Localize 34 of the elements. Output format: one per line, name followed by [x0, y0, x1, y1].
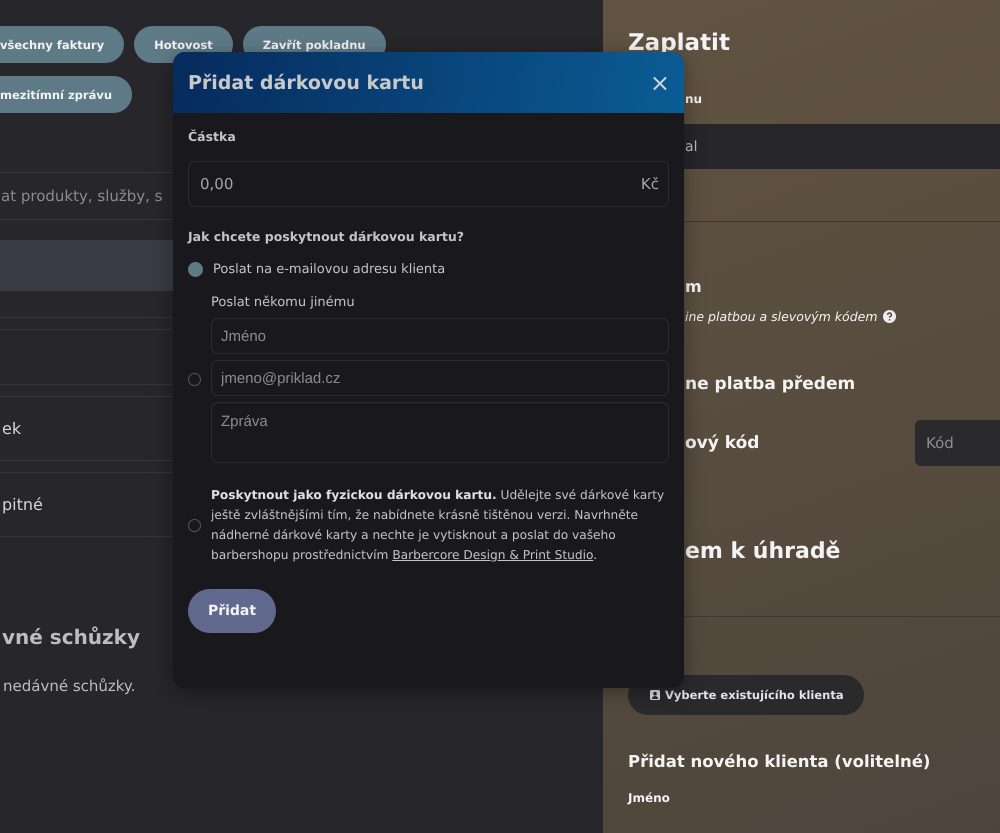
empty-message: nedávné schůzky.: [3, 677, 136, 695]
input-field[interactable]: jmeno@priklad.cz: [211, 360, 669, 396]
search-field[interactable]: at produkty, služby, s: [1, 187, 169, 205]
field-label: ový kód: [685, 433, 760, 453]
help-icon[interactable]: [882, 310, 896, 323]
contact-icon: [650, 690, 660, 700]
dialog-title: Přidat dárkovou kartu: [188, 72, 424, 94]
option-label: Poslat někomu jinému: [211, 295, 356, 310]
section-heading: Přidat nového klienta (volitelné): [627, 752, 932, 771]
hint-text: ine platbou a slevovým kódem: [685, 309, 878, 324]
action-button[interactable]: mezitímní zprávu: [0, 76, 132, 113]
close-button[interactable]: ×: [650, 68, 670, 96]
add-button[interactable]: Přidat: [188, 589, 276, 633]
question-label: Jak chcete poskytnout dárkovou kartu?: [188, 229, 466, 244]
radio-button[interactable]: [188, 518, 201, 532]
section-heading: m: [685, 277, 702, 296]
input-field[interactable]: Jméno: [211, 318, 669, 354]
option-label: Poslat na e-mailovou adresu klienta: [213, 262, 446, 277]
message-field[interactable]: Zpráva: [211, 402, 669, 463]
field-label: Částka: [188, 129, 237, 144]
field-label: Jméno: [626, 791, 671, 805]
code-field[interactable]: Kód: [915, 420, 1000, 466]
radio-button[interactable]: [188, 262, 203, 277]
total-heading: em k úhradě: [685, 539, 840, 564]
section-heading: vné schůzky: [2, 625, 142, 649]
action-button[interactable]: všechny faktury: [0, 26, 124, 63]
studio-link[interactable]: Barbercore Design & Print Studio: [392, 548, 594, 562]
section-heading: ne platba předem: [685, 374, 856, 394]
select-client-button[interactable]: Vyberte existujícího klienta: [628, 675, 864, 715]
radio-button[interactable]: [188, 372, 201, 386]
currency-label: Kč: [640, 175, 659, 193]
option-description: Poskytnout jako fyzickou dárkovou kartu. Udělejte své dárkové karty ještě zvláštnějšími tím, že nabídnete krásně tištěnou verzi. Navrhněte nádherné dárkové karty a nechte je vytisknout a poslat do vašeho barbershopu prostřednictvím Barbercore Design & Print Studio.: [211, 487, 666, 564]
panel-title: Zaplatit: [627, 30, 731, 56]
field-label: nu: [685, 92, 702, 106]
